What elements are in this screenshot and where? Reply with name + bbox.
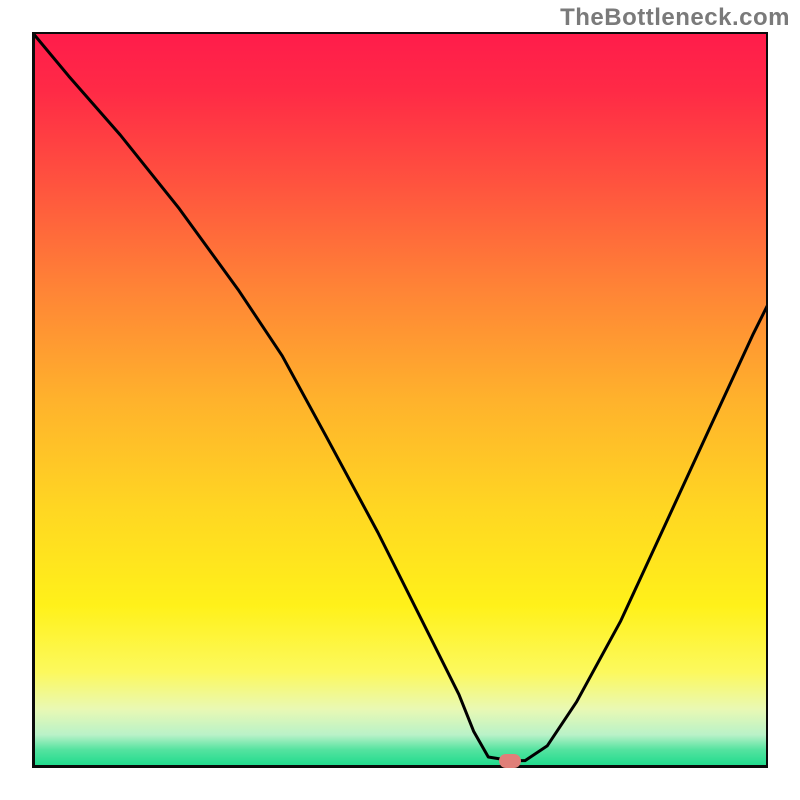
optimal-point-marker: [499, 754, 521, 768]
chart-container: TheBottleneck.com: [0, 0, 800, 800]
watermark-text: TheBottleneck.com: [560, 4, 790, 32]
bottleneck-chart: [32, 32, 768, 768]
chart-background: [32, 32, 768, 768]
